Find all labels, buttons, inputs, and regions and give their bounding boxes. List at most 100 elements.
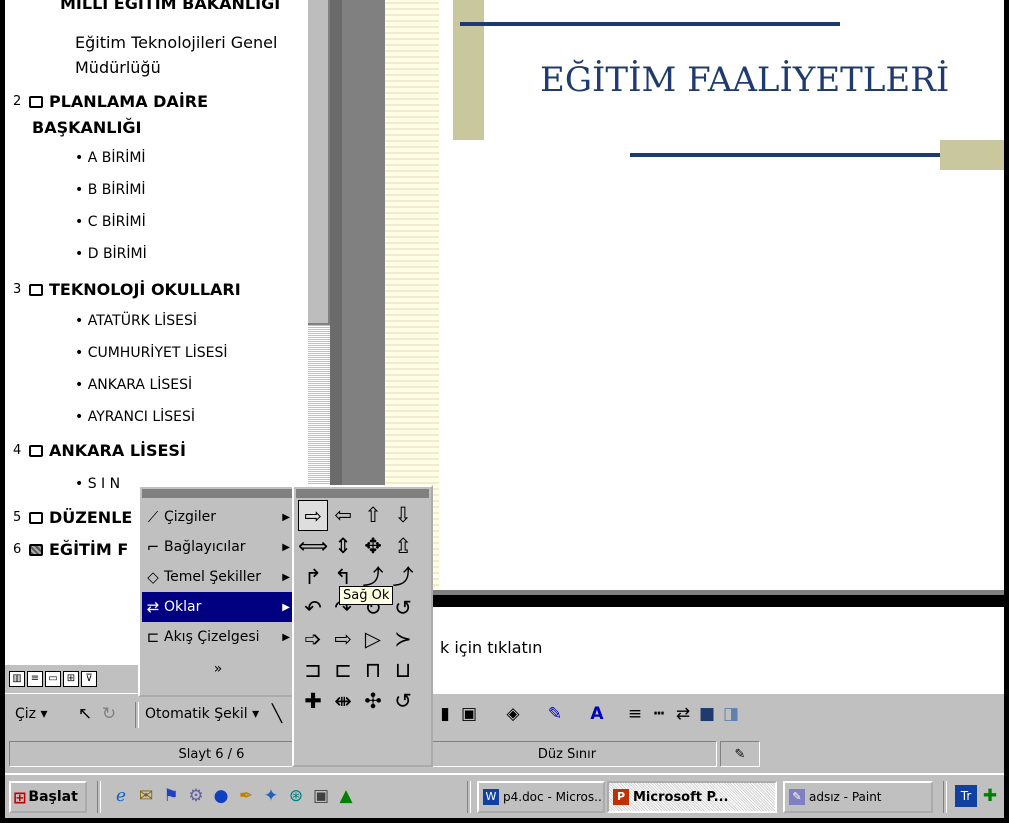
autoshape-menu-item-akış-çizelgesi[interactable]: ⊏ Akış Çizelgesi ▶ [142,622,294,652]
outline-slide-title[interactable]: 3 TEKNOLOJİ OKULLARI [13,280,241,299]
start-button[interactable]: ⊞ Başlat [9,781,87,813]
fill-color-icon[interactable]: ◈ [503,704,523,724]
slide-canvas[interactable]: EĞİTİM FAALİYETLERİ [385,0,1004,590]
outline-row[interactable]: • AYRANCI LİSESİ [75,409,195,425]
powerpoint-window: MİLLİ EĞİTİM BAKANLIĞI Eğitim Teknolojile… [5,0,1004,818]
outline-row[interactable]: Müdürlüğü [75,58,161,77]
notes-placeholder[interactable]: k için tıklatın [440,638,542,657]
autoshape-menu-item-çizgiler[interactable]: ⟋ Çizgiler ▶ [142,502,294,532]
menu-drag-handle[interactable] [142,489,294,498]
autoshape-menu-item-temel-şekiller[interactable]: ◇ Temel Şekiller ▶ [142,562,294,592]
dash-style-icon[interactable]: ┅ [649,704,669,724]
arrow-shape-icon[interactable]: ⇨ [328,624,358,655]
outlook-express-icon[interactable]: ✉ [135,785,157,807]
tray-icon[interactable]: ✚ [979,785,1001,807]
insert-picture-icon[interactable]: ▣ [459,704,479,724]
outline-slide-title[interactable]: 2 PLANLAMA DAİRE [13,92,208,111]
outline-row[interactable]: • B BİRİMİ [75,182,146,198]
outline-slide-title[interactable]: 5 DÜZENLE [13,508,132,527]
outline-text: DÜZENLE [49,508,133,527]
select-pointer-icon[interactable]: ↖ [75,704,95,724]
channel-icon[interactable]: ⚙ [185,785,207,807]
arrow-shape-icon[interactable]: ⟺ [298,531,328,562]
outline-view-icon[interactable]: ≡ [27,671,43,687]
outline-row[interactable]: BAŞKANLIĞI [32,118,142,137]
line-color-icon[interactable]: ✎ [545,704,565,724]
balloon-icon[interactable]: ● [210,785,232,807]
submenu-arrow-icon: ▶ [282,631,290,643]
slide-icon[interactable] [29,543,43,556]
slide-icon[interactable] [29,444,43,457]
rotate-icon[interactable]: ↻ [99,704,119,724]
language-indicator-icon[interactable]: Tr [955,785,977,807]
arrow-shape-icon[interactable]: ⊔ [388,655,418,686]
app-icon[interactable]: ▲ [335,785,357,807]
arrow-style-icon[interactable]: ⇄ [673,704,693,724]
arrow-shape-icon[interactable]: ✣ [358,686,388,717]
outline-slide-title[interactable]: 6 EĞİTİM F [13,540,128,559]
3d-icon[interactable]: ◨ [721,704,741,724]
media-icon[interactable]: ✦ [260,785,282,807]
autoshape-menu-item-oklar[interactable]: ⇄ Oklar ▶ [142,592,294,622]
scrollbar-thumb[interactable] [308,0,330,325]
shadow-icon[interactable]: ■ [697,704,717,724]
arrow-shape-icon[interactable]: ➩ [298,624,328,655]
arrow-shape-icon[interactable]: ✚ [298,686,328,717]
taskbar-button-paint[interactable]: ✎ adsız - Paint [783,781,933,813]
line-style-icon[interactable]: ≡ [625,704,645,724]
slide-icon[interactable] [29,511,43,524]
outline-slide-title[interactable]: 4 ANKARA LİSESİ [13,441,186,460]
slide-icon[interactable] [29,283,43,296]
outline-row[interactable]: • ANKARA LİSESİ [75,377,192,393]
arrow-shape-icon[interactable]: ⊓ [358,655,388,686]
line-tool-icon[interactable]: ╲ [267,704,287,724]
arrow-shape-icon[interactable]: ▷ [358,624,388,655]
expand-menu-chevron-icon[interactable]: » [142,654,294,684]
slide-accent-bar [453,0,484,140]
slide-title[interactable]: EĞİTİM FAALİYETLERİ [540,60,949,100]
shortcut-icon[interactable]: ⚑ [160,785,182,807]
arrow-shape-icon[interactable]: ⊐ [298,655,328,686]
desktop-icon[interactable]: ▣ [310,785,332,807]
arrow-shape-icon[interactable]: ↶ [298,593,328,624]
outline-row[interactable]: Eğitim Teknolojileri Genel [75,33,277,52]
slide-accent-block [940,140,1004,170]
arrow-shape-icon[interactable]: ⇦ [328,500,358,531]
arrow-shape-icon[interactable]: ↺ [388,686,418,717]
autoshapes-menu-button[interactable]: Otomatik Şekil ▾ [145,706,259,722]
pen-icon[interactable]: ✒ [235,785,257,807]
arrow-shape-icon[interactable]: ⇕ [328,531,358,562]
arrow-shape-icon[interactable]: ⇼ [328,686,358,717]
outline-row[interactable]: MİLLİ EĞİTİM BAKANLIĞI [60,0,280,13]
font-color-icon[interactable]: A [587,704,607,724]
taskbar-button-powerpoint[interactable]: P Microsoft P... [607,781,777,813]
taskbar-button-word[interactable]: W p4.doc - Micros... [477,781,605,813]
outline-row[interactable]: • A BİRİMİ [75,150,146,166]
network-icon[interactable]: ⊛ [285,785,307,807]
outline-row[interactable]: • D BİRİMİ [75,246,147,262]
arrow-shape-icon[interactable]: ⇧ [358,500,388,531]
slide-view-icon[interactable]: ▭ [45,671,61,687]
clipart-icon[interactable]: ▮ [435,704,455,724]
arrow-shape-icon[interactable]: ↱ [298,562,328,593]
autoshape-menu-item-bağlayıcılar[interactable]: ⌐ Bağlayıcılar ▶ [142,532,294,562]
outline-row[interactable]: • ATATÜRK LİSESİ [75,313,197,329]
arrow-shape-icon[interactable]: ⊏ [328,655,358,686]
arrow-shape-icon[interactable]: ⇫ [388,531,418,562]
outline-row[interactable]: • CUMHURİYET LİSESİ [75,345,228,361]
spelling-status-icon[interactable]: ✎ [720,741,760,767]
arrow-shape-icon[interactable]: ✥ [358,531,388,562]
outline-text: MİLLİ EĞİTİM BAKANLIĞI [60,0,281,13]
palette-drag-handle[interactable] [296,489,429,498]
draw-menu-button[interactable]: Çiz ▾ [15,706,48,722]
slideshow-icon[interactable]: ⊽ [81,671,97,687]
arrow-shape-icon[interactable]: ⇩ [388,500,418,531]
internet-explorer-icon[interactable]: ℯ [110,785,132,807]
slide-sorter-icon[interactable]: ⊞ [63,671,79,687]
slide-icon[interactable] [29,95,43,108]
normal-view-icon[interactable]: ▥ [9,671,25,687]
outline-row[interactable]: • C BİRİMİ [75,214,146,230]
outline-row[interactable]: • S I N [75,476,120,492]
arrow-shape-icon[interactable]: ⇨ [298,500,328,531]
arrow-shape-icon[interactable]: ≻ [388,624,418,655]
